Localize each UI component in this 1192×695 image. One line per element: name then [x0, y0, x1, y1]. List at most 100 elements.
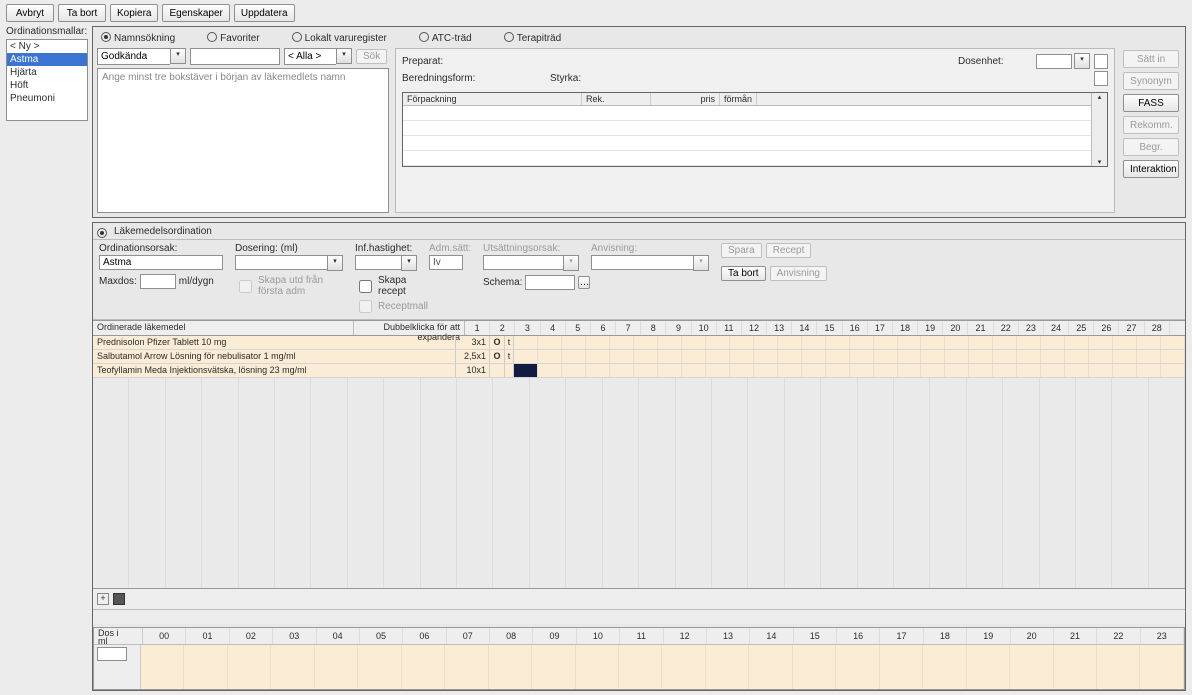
chevron-down-icon[interactable]: ▾	[693, 255, 709, 271]
table-row[interactable]: Prednisolon Pfizer Tablett 10 mg3x1Ot	[93, 336, 1185, 350]
synonym-button[interactable]: Synonym	[1123, 72, 1179, 90]
col-pris[interactable]: pris	[651, 93, 720, 105]
styrka-label: Styrka:	[550, 73, 628, 84]
template-item-astma[interactable]: Astma	[7, 53, 87, 66]
recept-button[interactable]: Recept	[766, 243, 812, 258]
ord-form: Ordinationsorsak: Maxdos: ml/dygn Doseri…	[93, 240, 1185, 320]
adm-input[interactable]	[429, 255, 463, 270]
action-buttons: Sätt in Synonym FASS Rekomm. Begr. Inter…	[1121, 48, 1181, 213]
schema-input[interactable]	[525, 275, 575, 290]
sok-button[interactable]: Sök	[356, 49, 387, 64]
chk-receptmall[interactable]	[359, 300, 372, 313]
col-forpackning[interactable]: Förpackning	[403, 93, 582, 105]
dose-icon[interactable]: O	[490, 336, 505, 349]
collapse-icon[interactable]	[113, 593, 125, 605]
cancel-button[interactable]: Avbryt	[6, 4, 54, 22]
maxdos-input[interactable]	[140, 274, 176, 289]
utsatt-dropdown[interactable]: ▾	[483, 255, 579, 271]
chevron-down-icon[interactable]: ▾	[336, 48, 352, 64]
template-item-hjarta[interactable]: Hjärta	[7, 66, 87, 79]
adm-label: Adm.sätt:	[429, 243, 471, 254]
chk-skapa-recept[interactable]	[359, 280, 372, 293]
preparat-rows[interactable]	[403, 106, 1091, 166]
begr-button[interactable]: Begr.	[1123, 138, 1179, 156]
h-scrollbar[interactable]	[93, 609, 1185, 624]
chevron-down-icon[interactable]: ▾	[170, 48, 186, 64]
dose-strip: Dos iml 00010203040506070809101112131415…	[93, 627, 1185, 690]
dose-icon[interactable]	[490, 364, 505, 377]
anvis-dropdown[interactable]: ▾	[591, 255, 709, 271]
alla-dropdown[interactable]: ▾	[284, 48, 352, 65]
radio-atc[interactable]: ATC-träd	[419, 31, 472, 44]
preparat-panel: Preparat: Dosenhet: ▾ Beredningsform: St…	[395, 48, 1115, 213]
refresh-button[interactable]: Uppdatera	[234, 4, 295, 22]
expand-icon[interactable]: +	[97, 593, 109, 605]
scrollbar[interactable]: ▴▾	[1091, 93, 1107, 166]
satt-in-button[interactable]: Sätt in	[1123, 50, 1179, 68]
template-item-hoft[interactable]: Höft	[7, 79, 87, 92]
filter-dropdown[interactable]: ▾	[97, 48, 186, 65]
orsak-label: Ordinationsorsak:	[99, 243, 223, 254]
template-list[interactable]: < Ny > Astma Hjärta Höft Pneumoni	[6, 39, 88, 121]
chk-skapa-utd[interactable]	[239, 280, 252, 293]
schema-picker-button[interactable]: …	[578, 276, 590, 289]
ordination-grid: Ordinerade läkemedel Dubbelklicka för at…	[93, 320, 1185, 589]
grid-col-ordinerade[interactable]: Ordinerade läkemedel	[93, 321, 354, 335]
dose-input[interactable]	[97, 647, 127, 661]
chevron-down-icon[interactable]: ▾	[401, 255, 417, 271]
table-row[interactable]: Salbutamol Arrow Lösning för nebulisator…	[93, 350, 1185, 364]
orsak-input[interactable]	[99, 255, 223, 270]
radio-ord[interactable]	[97, 228, 107, 238]
sidebar: Ordinationsmallar: < Ny > Astma Hjärta H…	[6, 26, 88, 691]
ord-tabort-button[interactable]: Ta bort	[721, 266, 766, 281]
styrka-extra[interactable]	[1094, 71, 1108, 86]
scrollbar[interactable]	[1170, 321, 1185, 335]
ordination-panel: Läkemedelsordination Ordinationsorsak: M…	[92, 222, 1186, 691]
inf-label: Inf.hastighet:	[355, 243, 417, 254]
sidebar-title: Ordinationsmallar:	[6, 26, 88, 37]
radio-namnsokning[interactable]: Namnsökning	[101, 31, 175, 44]
preparat-table: Förpackning Rek. pris förmån ▴▾	[402, 92, 1108, 167]
dosenhet-extra[interactable]	[1094, 54, 1108, 69]
interaktion-button[interactable]: Interaktion	[1123, 160, 1179, 178]
spara-button[interactable]: Spara	[721, 243, 762, 258]
inf-dropdown[interactable]: ▾	[355, 255, 417, 271]
dosenhet-dropdown[interactable]: ▾	[1036, 53, 1090, 69]
radio-terapi[interactable]: Terapiträd	[504, 31, 561, 44]
radio-favoriter[interactable]: Favoriter	[207, 31, 259, 44]
chevron-down-icon[interactable]: ▾	[1074, 53, 1090, 69]
search-input[interactable]	[190, 48, 280, 65]
maxdos-label: Maxdos:	[99, 276, 137, 287]
delete-button[interactable]: Ta bort	[58, 4, 106, 22]
col-forman[interactable]: förmån	[720, 93, 757, 105]
rekomm-button[interactable]: Rekomm.	[1123, 116, 1179, 134]
dosering-label: Dosering: (ml)	[235, 243, 343, 254]
preparat-label: Preparat:	[402, 56, 480, 67]
beredning-label: Beredningsform:	[402, 73, 480, 84]
grid-col-dubbel[interactable]: Dubbelklicka för att expandera	[354, 321, 465, 335]
col-rek[interactable]: Rek.	[582, 93, 651, 105]
copy-button[interactable]: Kopiera	[110, 4, 158, 22]
grid-tick-header: 1234567891011121314151617181920212223242…	[465, 321, 1170, 335]
grid-footer: +	[93, 589, 1185, 609]
fass-button[interactable]: FASS	[1123, 94, 1179, 112]
template-item-pneumoni[interactable]: Pneumoni	[7, 92, 87, 105]
anvis-label: Anvisning:	[591, 243, 709, 254]
search-mode-radios: Namnsökning Favoriter Lokalt varuregiste…	[97, 29, 1181, 48]
chevron-down-icon[interactable]: ▾	[327, 255, 343, 271]
toolbar: Avbryt Ta bort Kopiera Egenskaper Uppdat…	[0, 0, 1192, 24]
radio-lokalt[interactable]: Lokalt varuregister	[292, 31, 387, 44]
dose-icon[interactable]: O	[490, 350, 505, 363]
dosenhet-label: Dosenhet:	[958, 56, 1036, 67]
template-item-new[interactable]: < Ny >	[7, 40, 87, 53]
search-hint: Ange minst tre bokstäver i början av läk…	[97, 68, 389, 213]
chevron-down-icon[interactable]: ▾	[563, 255, 579, 271]
grid-empty[interactable]	[93, 378, 1185, 588]
search-panel: Namnsökning Favoriter Lokalt varuregiste…	[92, 26, 1186, 218]
utsatt-label: Utsättningsorsak:	[483, 243, 579, 254]
table-row[interactable]: Teofyllamin Meda Injektionsvätska, lösni…	[93, 364, 1185, 378]
dosering-dropdown[interactable]: ▾	[235, 255, 343, 271]
anvisning-button[interactable]: Anvisning	[770, 266, 827, 281]
properties-button[interactable]: Egenskaper	[162, 4, 229, 22]
ord-title: Läkemedelsordination	[114, 226, 212, 237]
